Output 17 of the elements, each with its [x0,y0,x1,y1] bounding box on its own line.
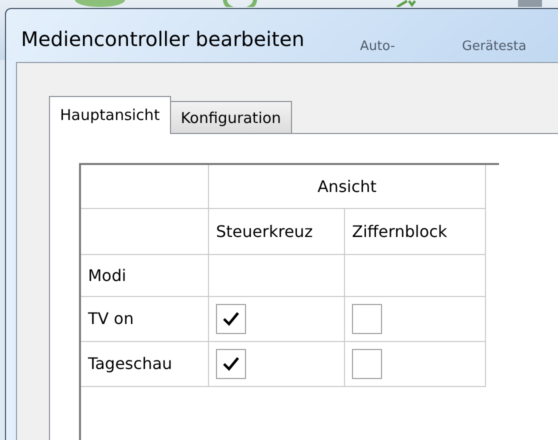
tab[interactable]: Konfiguration [170,101,292,133]
checkbox[interactable] [352,349,382,379]
window-title: Mediencontroller bearbeiten [20,26,304,53]
tab[interactable]: Hauptansicht [49,96,171,134]
checkbox[interactable] [216,349,246,379]
row-label: Modi [81,255,209,297]
toolbar-label[interactable]: Auto- [360,40,396,54]
row-label: TV on [81,297,209,342]
column-group-header: Ansicht [209,165,486,209]
checkbox[interactable] [352,304,382,334]
row-label: Tageschau [81,342,209,387]
column-header: Ziffernblock [345,209,486,255]
checkbox[interactable] [216,304,246,334]
column-header: Steuerkreuz [209,209,345,255]
checkmark-icon [222,311,240,327]
toolbar-label[interactable]: Gerätesta [462,40,526,54]
checkmark-icon [222,356,240,372]
